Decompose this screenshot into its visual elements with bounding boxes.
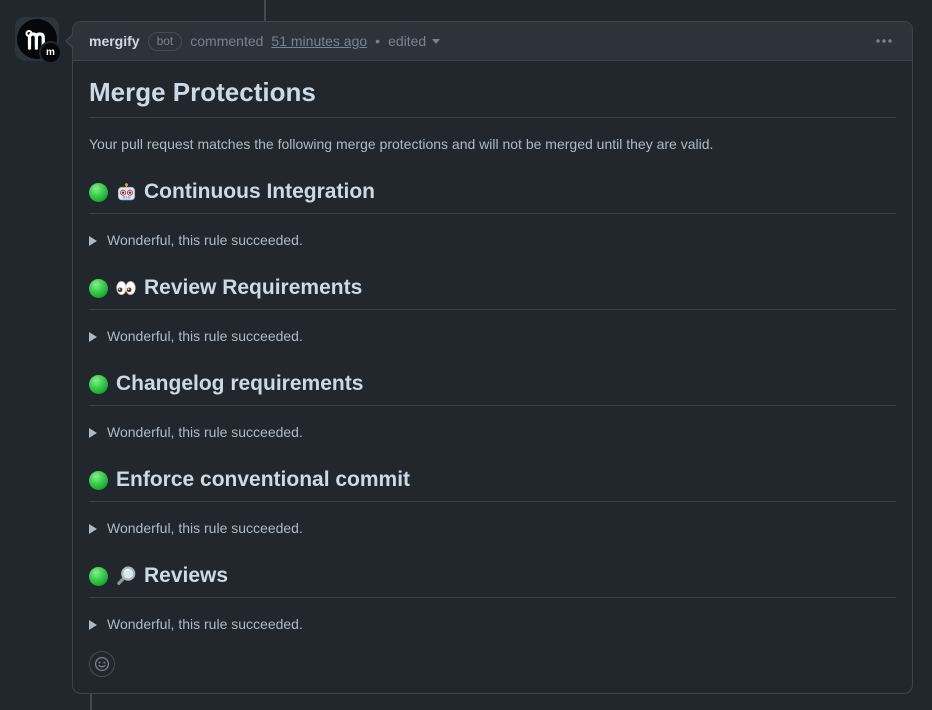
rule-section-reviews: Reviews Wonderful, this rule succeeded.	[89, 563, 896, 635]
green-circle-emoji	[89, 471, 108, 490]
green-circle-emoji	[89, 279, 108, 298]
green-circle-emoji	[89, 375, 108, 394]
edited-dropdown[interactable]: edited	[388, 33, 440, 49]
rule-details-summary[interactable]: Wonderful, this rule succeeded.	[89, 326, 896, 347]
rule-section-continuous-integration: Continuous Integration Wonderful, this r…	[89, 179, 896, 251]
comment-header: mergify bot commented 51 minutes ago • e…	[73, 22, 912, 61]
rule-heading: Continuous Integration	[89, 179, 896, 214]
rule-details-summary[interactable]: Wonderful, this rule succeeded.	[89, 518, 896, 539]
intro-text: Your pull request matches the following …	[89, 134, 896, 155]
rule-details: Wonderful, this rule succeeded.	[89, 614, 896, 635]
badge-m-icon: m	[39, 41, 62, 64]
avatar[interactable]: m	[15, 17, 59, 61]
pr-timeline-page: m mergify bot commented 51 minutes ago •…	[0, 0, 932, 710]
green-circle-emoji	[89, 567, 108, 586]
rule-heading: Changelog requirements	[89, 371, 896, 406]
add-reaction-button[interactable]	[89, 651, 115, 677]
robot-emoji	[116, 182, 136, 202]
rule-details-text: Wonderful, this rule succeeded.	[107, 230, 303, 251]
rule-section-enforce-conventional-commit: Enforce conventional commit Wonderful, t…	[89, 467, 896, 539]
rule-section-review-requirements: Review Requirements Wonderful, this rule…	[89, 275, 896, 347]
rule-details-summary[interactable]: Wonderful, this rule succeeded.	[89, 422, 896, 443]
rule-title-text: Reviews	[144, 563, 228, 589]
rule-details: Wonderful, this rule succeeded.	[89, 326, 896, 347]
details-triangle-icon	[89, 332, 97, 342]
rule-title-text: Continuous Integration	[144, 179, 375, 205]
timestamp-link[interactable]: 51 minutes ago	[271, 33, 367, 49]
details-triangle-icon	[89, 620, 97, 630]
rule-heading: Review Requirements	[89, 275, 896, 310]
rule-heading: Reviews	[89, 563, 896, 598]
rule-details-text: Wonderful, this rule succeeded.	[107, 518, 303, 539]
rule-details-summary[interactable]: Wonderful, this rule succeeded.	[89, 614, 896, 635]
magnifying-glass-emoji	[116, 566, 136, 586]
details-triangle-icon	[89, 428, 97, 438]
rule-title-text: Enforce conventional commit	[116, 467, 410, 493]
comment-card: mergify bot commented 51 minutes ago • e…	[72, 21, 913, 694]
rule-details-text: Wonderful, this rule succeeded.	[107, 614, 303, 635]
eyes-emoji	[116, 278, 136, 298]
rule-details-text: Wonderful, this rule succeeded.	[107, 422, 303, 443]
rule-title-text: Review Requirements	[144, 275, 362, 301]
bot-badge: bot	[148, 32, 183, 51]
rule-details: Wonderful, this rule succeeded.	[89, 230, 896, 251]
rule-section-changelog-requirements: Changelog requirements Wonderful, this r…	[89, 371, 896, 443]
timeline-connector-top	[264, 0, 266, 22]
smiley-icon	[94, 656, 110, 672]
page-title: Merge Protections	[89, 77, 896, 118]
details-triangle-icon	[89, 524, 97, 534]
details-triangle-icon	[89, 236, 97, 246]
green-circle-emoji	[89, 183, 108, 202]
rule-heading: Enforce conventional commit	[89, 467, 896, 502]
rule-details-text: Wonderful, this rule succeeded.	[107, 326, 303, 347]
comment-tail	[65, 33, 73, 49]
rule-details-summary[interactable]: Wonderful, this rule succeeded.	[89, 230, 896, 251]
caret-down-icon	[432, 39, 440, 44]
edited-label: edited	[388, 33, 426, 49]
comment-body: Merge Protections Your pull request matc…	[73, 61, 912, 693]
kebab-menu-button[interactable]	[872, 35, 896, 47]
dot-separator: •	[375, 33, 380, 49]
kebab-icon	[876, 39, 892, 43]
action-text: commented	[190, 33, 263, 49]
author-link[interactable]: mergify	[89, 33, 140, 49]
rule-title-text: Changelog requirements	[116, 371, 363, 397]
rule-details: Wonderful, this rule succeeded.	[89, 422, 896, 443]
rule-details: Wonderful, this rule succeeded.	[89, 518, 896, 539]
